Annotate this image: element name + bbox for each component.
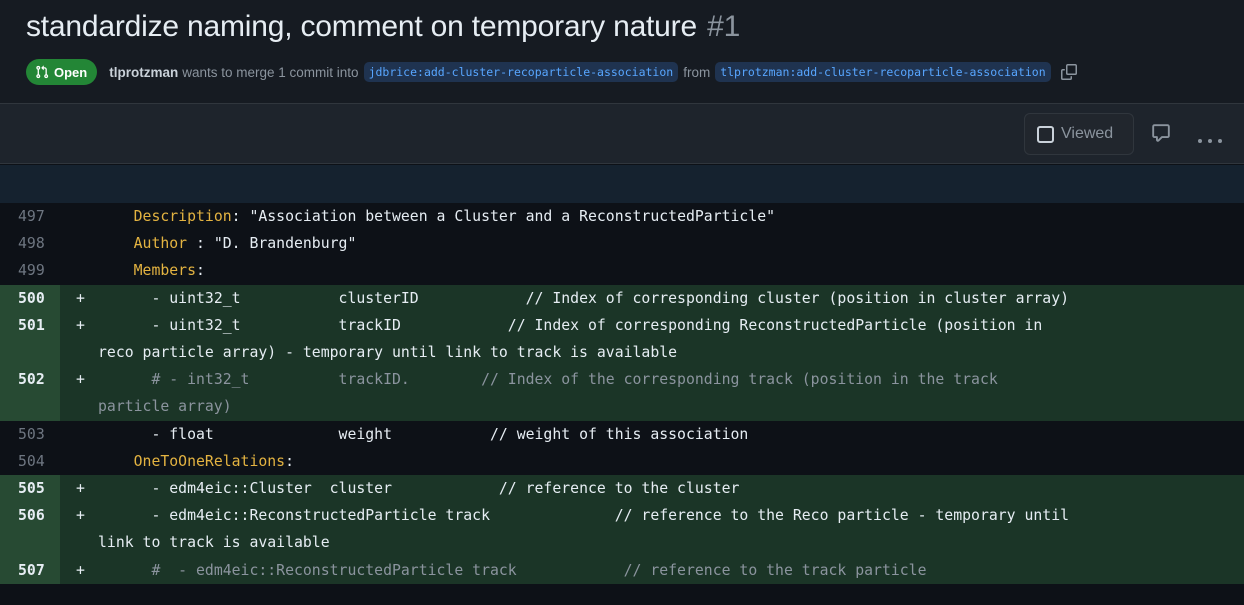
code-text: Author : "D. Brandenburg" — [0, 230, 1244, 257]
diff-marker: + — [76, 561, 85, 579]
line-number[interactable]: 501 — [0, 311, 60, 340]
code-text: # - int32_t trackID. // Index of the cor… — [0, 366, 1244, 393]
checkbox-icon — [1037, 125, 1054, 143]
kebab-horizontal-icon[interactable] — [1197, 131, 1223, 149]
line-number[interactable] — [0, 393, 60, 421]
code-text: - edm4eic::Cluster cluster // reference … — [0, 475, 1244, 502]
diff-line-added: 501 + - uint32_t trackID // Index of corr… — [0, 311, 1244, 340]
line-number[interactable]: 502 — [0, 366, 60, 394]
diff-line-context: 499 Members: — [0, 257, 1244, 285]
pr-title: standardize naming, comment on temporary… — [26, 10, 740, 44]
yaml-value: : — [196, 262, 205, 280]
code-content: link to track is available — [98, 534, 330, 552]
head-branch[interactable]: tlprotzman:add-cluster-recoparticle-asso… — [715, 62, 1051, 82]
base-branch[interactable]: jdbrice:add-cluster-recoparticle-associa… — [363, 62, 679, 82]
code-content: - uint32_t clusterID // Index of corresp… — [133, 289, 1070, 307]
line-number[interactable]: 500 — [0, 284, 60, 312]
code-text: particle array) — [0, 393, 1244, 420]
pr-meta: Open tlprotzman wants to merge 1 commit … — [26, 59, 1077, 85]
yaml-value: : — [285, 452, 295, 470]
diff-line-context: 498 Author : "D. Brandenburg" — [0, 230, 1244, 258]
code-text: OneToOneRelations: — [0, 448, 1244, 475]
diff-line-added: reco particle array) - temporary until l… — [0, 339, 1244, 367]
pr-header: standardize naming, comment on temporary… — [0, 0, 1244, 104]
line-number[interactable] — [0, 529, 60, 557]
line-number[interactable]: 506 — [0, 502, 60, 530]
code-text: Members: — [0, 257, 1244, 284]
pr-number[interactable]: #1 — [707, 10, 740, 43]
diff-marker: + — [76, 507, 85, 525]
pr-title-text: standardize naming, comment on temporary… — [26, 10, 697, 43]
code-content: - edm4eic::ReconstructedParticle track /… — [133, 507, 1070, 525]
code-text: - uint32_t trackID // Index of correspon… — [0, 312, 1244, 339]
code-content: particle array) — [98, 398, 232, 416]
line-number[interactable]: 505 — [0, 475, 60, 503]
line-number[interactable] — [0, 339, 60, 367]
diff-table: 497 Description: "Association between a … — [0, 203, 1244, 584]
code-text: - edm4eic::ReconstructedParticle track /… — [0, 502, 1244, 529]
code-text: link to track is available — [0, 529, 1244, 556]
yaml-key: Members — [133, 262, 196, 280]
code-content: - uint32_t trackID // Index of correspon… — [133, 316, 1043, 334]
merge-text: wants to merge 1 commit into — [182, 64, 359, 80]
code-content: reco particle array) - temporary until l… — [98, 344, 678, 362]
diff-marker: + — [76, 289, 85, 307]
diff-line-added: link to track is available — [0, 529, 1244, 557]
line-number[interactable]: 504 — [0, 448, 60, 475]
author-link[interactable]: tlprotzman — [109, 65, 178, 80]
diff-marker: + — [76, 480, 85, 498]
code-text: - uint32_t clusterID // Index of corresp… — [0, 285, 1244, 312]
line-number[interactable]: 499 — [0, 257, 60, 284]
diff-marker: + — [76, 316, 85, 334]
diff-line-context: 497 Description: "Association between a … — [0, 203, 1244, 231]
yaml-value: : "Association between a Cluster and a R… — [231, 208, 776, 225]
state-badge: Open — [26, 59, 98, 85]
diff-line-added: 500 + - uint32_t clusterID // Index of co… — [0, 284, 1244, 312]
viewed-checkbox-button[interactable]: Viewed — [1024, 113, 1134, 155]
from-text: from — [683, 64, 711, 80]
viewed-label: Viewed — [1061, 125, 1114, 142]
yaml-value: : "D. Brandenburg" — [187, 235, 357, 253]
code-text: # - edm4eic::ReconstructedParticle track… — [0, 557, 1244, 584]
code-text: reco particle array) - temporary until l… — [0, 339, 1244, 366]
yaml-key: Description — [133, 208, 232, 225]
code-content: # - edm4eic::ReconstructedParticle track… — [133, 561, 927, 579]
code-content: - edm4eic::Cluster cluster // reference … — [133, 480, 740, 498]
state-label: Open — [54, 64, 88, 80]
code-content: - float weight // weight of this associa… — [133, 425, 749, 443]
code-content: # - int32_t trackID. // Index of the cor… — [133, 371, 998, 389]
code-text: - float weight // weight of this associa… — [0, 421, 1244, 448]
yaml-key: OneToOneRelations — [133, 452, 286, 470]
diff-line-added: 507 + # - edm4eic::ReconstructedParticle … — [0, 556, 1244, 584]
diff-line-added: 505 + - edm4eic::Cluster cluster // refer… — [0, 475, 1244, 503]
diff-line-context: 504 OneToOneRelations: — [0, 447, 1244, 476]
comment-icon[interactable] — [1151, 123, 1171, 148]
diff-line-context: 503 - float weight // weight of this ass… — [0, 420, 1244, 448]
git-pull-request-icon — [36, 65, 49, 79]
diff-line-added: 502 + # - int32_t trackID. // Index of th… — [0, 366, 1244, 394]
hunk-expander-bar[interactable] — [0, 165, 1244, 203]
line-number[interactable]: 497 — [0, 203, 60, 230]
copy-icon[interactable] — [1060, 64, 1077, 80]
line-number[interactable]: 503 — [0, 421, 60, 448]
file-header: Viewed — [0, 104, 1244, 164]
yaml-key: Author — [133, 235, 188, 253]
line-number[interactable]: 498 — [0, 230, 60, 257]
code-text: Description: "Association between a Clus… — [0, 203, 1244, 230]
line-number[interactable]: 507 — [0, 556, 60, 584]
diff-line-added: particle array) — [0, 393, 1244, 421]
diff-line-added: 506 + - edm4eic::ReconstructedParticle tr… — [0, 502, 1244, 530]
diff-marker: + — [76, 371, 85, 389]
